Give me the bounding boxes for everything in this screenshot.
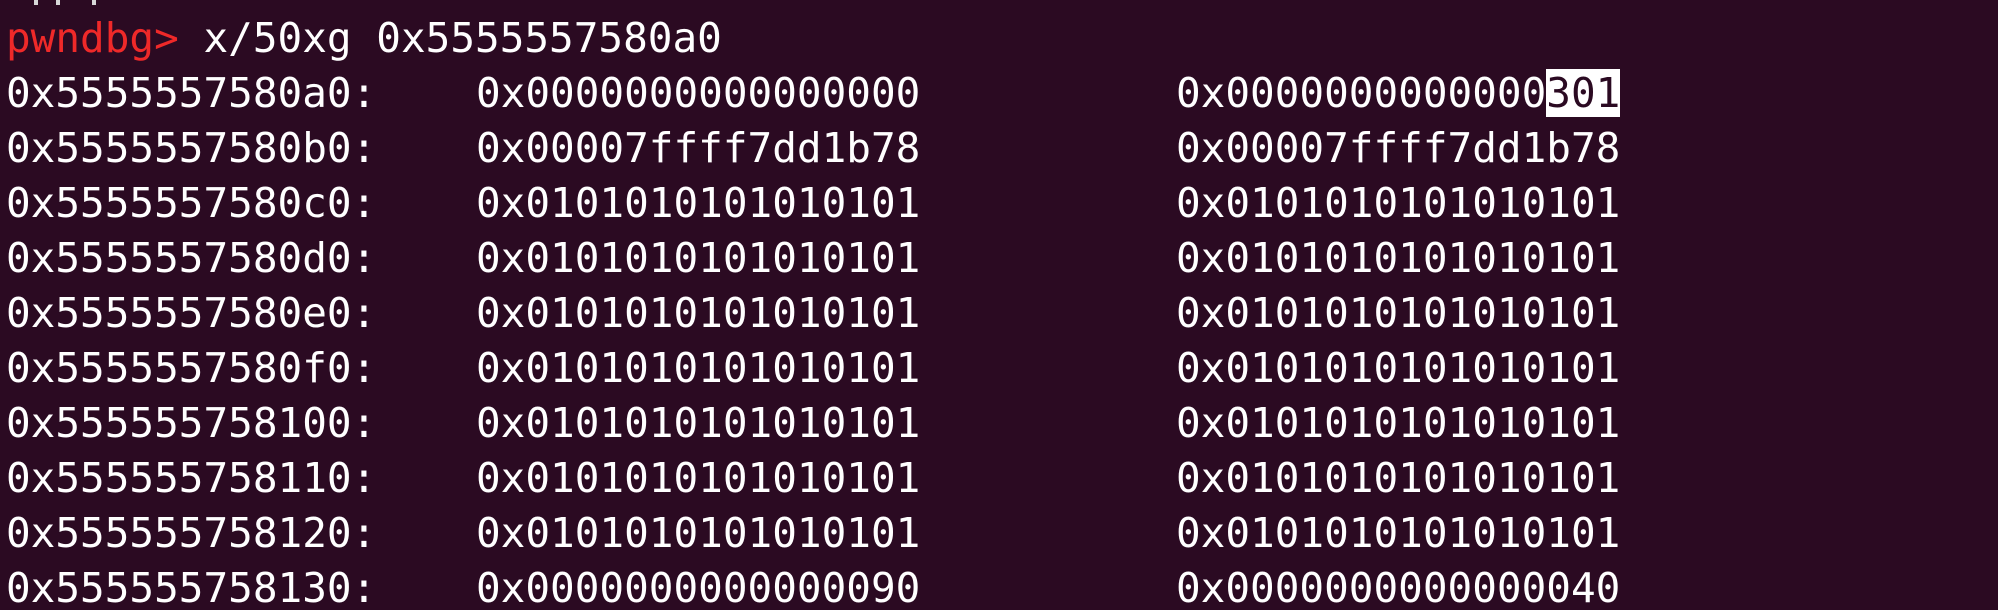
memory-value-1: 0x0101010101010101 [476, 179, 921, 227]
memory-row: 0x5555557580f0: 0x0101010101010101 0x01010… [6, 341, 1998, 396]
pwndbg-prompt: pwndbg> [6, 14, 179, 62]
memory-value-2: 0x0101010101010101 [1176, 234, 1621, 282]
memory-value-2: 0x0101010101010101 [1176, 399, 1621, 447]
memory-address: 0x555555758110: [6, 454, 377, 502]
memory-row: 0x5555557580a0: 0x0000000000000000 0x00000… [6, 66, 1998, 121]
command-text: x/50xg 0x5555557580a0 [203, 14, 722, 62]
memory-value-2: 0x0101010101010101 [1176, 179, 1621, 227]
memory-value-1: 0x0101010101010101 [476, 509, 921, 557]
memory-value-2: 0x0101010101010101 [1176, 289, 1621, 337]
memory-row: 0x5555557580e0: 0x0101010101010101 0x01010… [6, 286, 1998, 341]
memory-address: 0x5555557580b0: [6, 124, 377, 172]
memory-value-1: 0x0101010101010101 [476, 234, 921, 282]
memory-address: 0x5555557580f0: [6, 344, 377, 392]
memory-value-2: 0x0101010101010101 [1176, 509, 1621, 557]
memory-address: 0x5555557580d0: [6, 234, 377, 282]
memory-address: 0x5555557580a0: [6, 69, 377, 117]
memory-row: 0x555555758130: 0x0000000000000090 0x00000… [6, 561, 1998, 610]
memory-value-2: 0x0101010101010101 [1176, 344, 1621, 392]
memory-address: 0x555555758100: [6, 399, 377, 447]
memory-row: 0x5555557580b0: 0x00007ffff7dd1b78 0x00007… [6, 121, 1998, 176]
memory-row: 0x555555758120: 0x0101010101010101 0x01010… [6, 506, 1998, 561]
memory-address: 0x555555758120: [6, 509, 377, 557]
memory-address: 0x5555557580c0: [6, 179, 377, 227]
cut-off-previous-line [0, 0, 200, 8]
memory-value-1: 0x0101010101010101 [476, 454, 921, 502]
command-line: pwndbg> x/50xg 0x5555557580a0 [6, 11, 1998, 66]
memory-value-1: 0x0101010101010101 [476, 399, 921, 447]
memory-value-1: 0x0101010101010101 [476, 289, 921, 337]
memory-value-2: 0x0101010101010101 [1176, 454, 1621, 502]
memory-value-2: 0x00007ffff7dd1b78 [1176, 124, 1621, 172]
memory-value-2-prefix: 0x0000000000000 [1176, 69, 1547, 117]
memory-address: 0x5555557580e0: [6, 289, 377, 337]
terminal-window[interactable]: pwndbg> x/50xg 0x5555557580a0 0x55555575… [0, 0, 1998, 610]
memory-value-1: 0x0000000000000090 [476, 564, 921, 610]
memory-row: 0x5555557580c0: 0x0101010101010101 0x01010… [6, 176, 1998, 231]
memory-value-1: 0x0000000000000000 [476, 69, 921, 117]
memory-value-1: 0x0101010101010101 [476, 344, 921, 392]
memory-row: 0x5555557580d0: 0x0101010101010101 0x01010… [6, 231, 1998, 286]
memory-address: 0x555555758130: [6, 564, 377, 610]
memory-row: 0x555555758110: 0x0101010101010101 0x01010… [6, 451, 1998, 506]
memory-row: 0x555555758100: 0x0101010101010101 0x01010… [6, 396, 1998, 451]
memory-value-1: 0x00007ffff7dd1b78 [476, 124, 921, 172]
memory-value-2: 0x0000000000000301 [1176, 66, 1621, 121]
memory-value-2: 0x0000000000000040 [1176, 564, 1621, 610]
selected-text-highlight: 301 [1546, 69, 1621, 117]
